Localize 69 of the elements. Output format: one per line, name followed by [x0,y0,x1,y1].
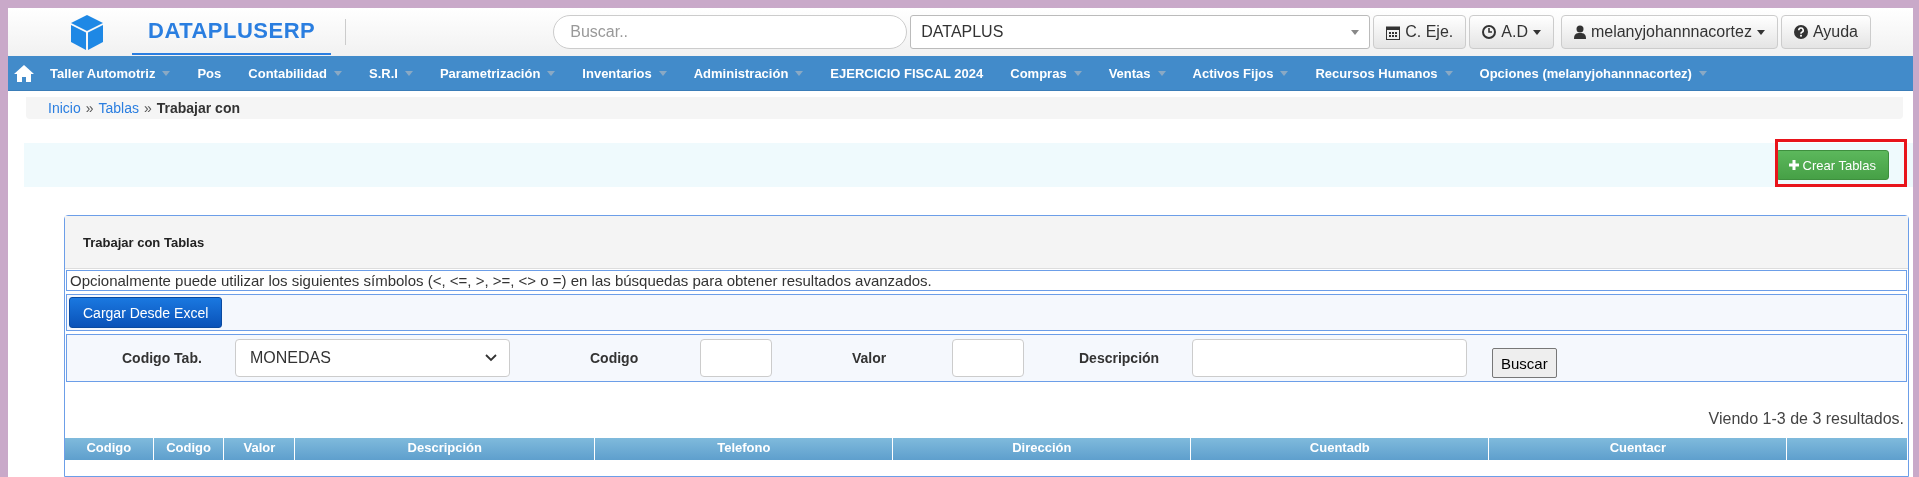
column-header[interactable]: Valor [243,440,276,455]
menu-item[interactable]: Contabilidad [232,65,353,81]
filter-label: Codigo Tab. [122,350,202,366]
caret-icon [1280,70,1289,76]
menu-item[interactable]: Pos [181,65,233,81]
caret-icon [1756,29,1765,35]
caret-icon [795,70,804,76]
load-excel-button[interactable]: Cargar Desde Excel [69,297,223,328]
brand-name[interactable]: DATAPLUSERP [132,9,332,55]
toolbar-button[interactable]: C. Eje. [1373,15,1467,49]
caret-icon [658,70,667,76]
menu-item[interactable]: EJERCICIO FISCAL 2024 [814,65,995,81]
breadcrumb-link[interactable]: Inicio [48,100,81,116]
help-icon [1793,25,1808,39]
caret-icon [547,70,556,76]
caret-icon [1157,70,1166,76]
breadcrumb-link[interactable]: Tablas [98,100,139,116]
user-icon [1573,25,1586,39]
filter-label: Codigo [590,350,640,366]
menu-item[interactable]: Administración [677,65,815,81]
column-header[interactable]: Cuentadb [1309,440,1370,455]
search-field[interactable]: Buscar.. [553,15,908,49]
menu-item[interactable]: Activos Fijos [1176,65,1300,81]
caret-icon [404,70,413,76]
table-code-select[interactable]: MONEDAS [235,339,510,377]
filter-input-field[interactable] [700,339,772,377]
menu-item[interactable]: Taller Automotriz [34,65,182,81]
filter-input-field[interactable] [952,339,1024,377]
toolbar-button[interactable]: A.D [1469,15,1554,49]
filter-input-field[interactable] [1192,339,1467,377]
filter-label: Descripción [1079,350,1161,366]
caret-icon [334,70,342,76]
caret-icon [1351,29,1360,35]
menu-item[interactable]: S.R.I [353,65,424,81]
caret-icon [1073,70,1082,76]
menu-item[interactable]: Ventas [1092,65,1177,81]
caret-icon [162,70,171,76]
menu-item[interactable]: Parametrización [423,65,567,81]
search-button[interactable]: Buscar [1492,348,1557,378]
panel-title: Trabajar con Tablas [65,216,1908,269]
caret-icon [1532,29,1541,35]
breadcrumb-current: Trabajar con [156,100,240,116]
breadcrumb-separator: » [85,100,94,116]
menu-item[interactable]: Recursos Humanos [1299,65,1464,81]
menu-item[interactable]: Compras [994,65,1093,81]
calendar-icon [1386,24,1401,40]
column-header[interactable]: Telefono [717,440,771,455]
column-header[interactable]: Codigo [86,440,132,455]
clock-icon [1482,25,1497,39]
filter-label: Valor [852,350,888,366]
create-tables-button[interactable]: Crear Tablas [1775,150,1889,180]
results-summary: Viendo 1-3 de 3 resultados. [1707,409,1905,429]
column-header[interactable]: Dirección [1012,440,1072,455]
company-select[interactable]: DATAPLUS [910,15,1371,49]
plus-icon [1788,160,1799,170]
caret-icon [1444,70,1453,76]
menu-item[interactable]: Opciones (melanyjohannnacortez) [1463,65,1718,81]
column-header[interactable]: Codigo [166,440,211,455]
caret-icon [1698,70,1707,76]
toolbar-button[interactable]: Ayuda [1780,15,1871,49]
search-hint: Opcionalmente puede utilizar los siguientes símbolos (<, <=, >, >=, <> o =) en las búsquedas para obtener resultados avanzados. [66,270,1907,291]
cube-logo-icon [68,13,106,51]
column-header[interactable]: Descripción [407,440,482,455]
chevron-icon [485,354,497,362]
breadcrumb-separator: » [143,100,152,116]
column-header[interactable]: Cuentacr [1609,440,1667,455]
menu-item[interactable]: Inventarios [566,65,678,81]
home-icon[interactable] [14,64,34,82]
toolbar-button[interactable]: melanyjohannnacortez [1560,15,1778,49]
